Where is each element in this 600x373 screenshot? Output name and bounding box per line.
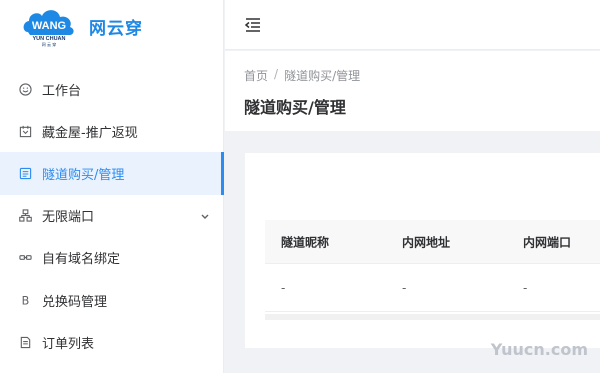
sidebar-item-label: 隧道购买/管理 bbox=[42, 167, 125, 183]
page-header: 首页 / 隧道购买/管理 隧道购买/管理 bbox=[225, 51, 600, 131]
breadcrumb-home[interactable]: 首页 bbox=[244, 67, 268, 84]
logo-text: WANG bbox=[32, 20, 66, 32]
column-header-local-address[interactable]: 内网地址 bbox=[402, 233, 450, 250]
sidebar-menu: 工作台 藏金屋-推广返现 隧道购买/管理 无限端口 自有域名绑定 B 兑换码管理… bbox=[0, 68, 224, 363]
sidebar-item-tunnel[interactable]: 隧道购买/管理 bbox=[0, 152, 224, 195]
sidebar-item-label: 自有域名绑定 bbox=[42, 252, 121, 268]
sidebar-item-referral[interactable]: 藏金屋-推广返现 bbox=[0, 110, 224, 152]
link-icon bbox=[18, 251, 32, 265]
table-cell: - bbox=[523, 280, 528, 295]
brand-name: 网云穿 bbox=[89, 19, 143, 39]
letter-b-icon: B bbox=[18, 293, 32, 307]
document-icon bbox=[18, 335, 32, 349]
sidebar-item-orders[interactable]: 订单列表 bbox=[0, 321, 224, 363]
sidebar-item-label: 藏金屋-推广返现 bbox=[42, 125, 138, 141]
sidebar-item-label: 兑换码管理 bbox=[42, 294, 108, 310]
table-row[interactable]: - - - bbox=[265, 264, 600, 312]
brand[interactable]: WANG YUN CHUAN 网 云 穿 网云穿 bbox=[0, 0, 224, 50]
sidebar-item-redeem-codes[interactable]: B 兑换码管理 bbox=[0, 279, 224, 321]
top-bar bbox=[225, 0, 600, 50]
horizontal-scrollbar[interactable] bbox=[265, 314, 600, 320]
sidebar-item-label: 工作台 bbox=[42, 83, 82, 99]
smile-icon bbox=[18, 82, 32, 96]
sidebar: WANG YUN CHUAN 网 云 穿 网云穿 工作台 藏金屋-推广返现 隧道… bbox=[0, 0, 224, 373]
svg-text:B: B bbox=[21, 294, 29, 306]
network-icon bbox=[18, 209, 32, 223]
treasure-box-icon bbox=[18, 124, 32, 138]
breadcrumb-current: 隧道购买/管理 bbox=[284, 69, 361, 83]
table-cell: - bbox=[402, 280, 407, 295]
tunnel-table: 隧道昵称 内网地址 内网端口 - - - bbox=[265, 220, 600, 320]
menu-fold-icon[interactable] bbox=[243, 16, 263, 34]
chevron-down-icon[interactable] bbox=[200, 206, 210, 225]
sidebar-item-domain-binding[interactable]: 自有域名绑定 bbox=[0, 237, 224, 279]
sidebar-item-workbench[interactable]: 工作台 bbox=[0, 68, 224, 110]
column-header-tunnel-name[interactable]: 隧道昵称 bbox=[281, 233, 329, 250]
sidebar-item-unlimited-ports[interactable]: 无限端口 bbox=[0, 195, 224, 237]
page-title: 隧道购买/管理 bbox=[244, 98, 346, 117]
table-header: 隧道昵称 内网地址 内网端口 bbox=[265, 220, 600, 264]
table-cell: - bbox=[281, 280, 286, 295]
sidebar-item-label: 订单列表 bbox=[42, 336, 95, 352]
cloud-logo: WANG YUN CHUAN 网 云 穿 bbox=[23, 10, 74, 47]
breadcrumb-separator: / bbox=[274, 67, 279, 81]
logo-tiny: 网 云 穿 bbox=[42, 41, 57, 47]
content-card: 隧道昵称 内网地址 内网端口 - - - bbox=[245, 153, 600, 348]
column-header-local-port[interactable]: 内网端口 bbox=[523, 233, 571, 250]
tunnel-icon bbox=[18, 166, 32, 180]
breadcrumb: 首页 / 隧道购买/管理 bbox=[244, 67, 360, 84]
sidebar-item-label: 无限端口 bbox=[42, 210, 95, 226]
watermark: Yuucn.com bbox=[490, 340, 588, 359]
